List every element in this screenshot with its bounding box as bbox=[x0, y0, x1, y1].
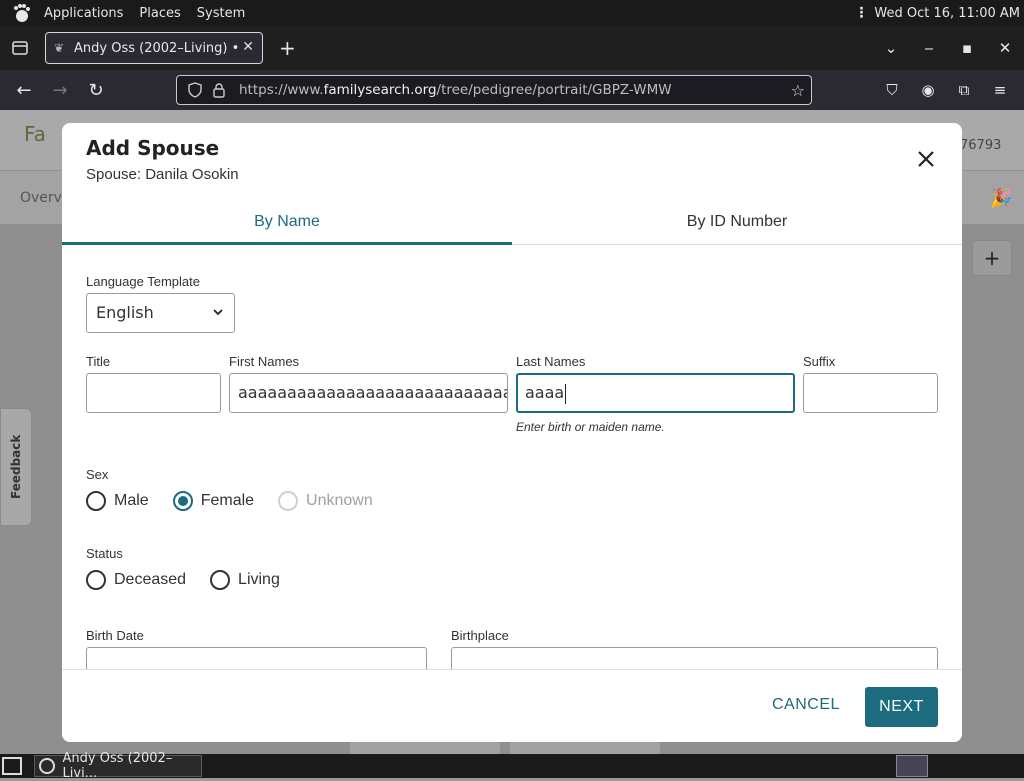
pocket-icon[interactable]: ⛉ bbox=[874, 81, 910, 99]
person-card bbox=[350, 740, 500, 754]
title-field[interactable] bbox=[86, 373, 221, 413]
workspace-switcher[interactable] bbox=[896, 755, 928, 777]
last-names-hint: Enter birth or maiden name. bbox=[516, 420, 665, 434]
account-icon[interactable]: ◉ bbox=[910, 81, 946, 99]
shield-icon[interactable] bbox=[187, 82, 203, 98]
new-tab-plus-icon[interactable]: + bbox=[279, 36, 296, 60]
chevron-down-icon[interactable]: ⌄ bbox=[872, 39, 910, 57]
status-label: Status bbox=[86, 546, 123, 561]
show-desktop-icon[interactable] bbox=[2, 757, 22, 775]
minimize-icon[interactable]: ‒ bbox=[910, 39, 948, 57]
tab-by-id-number[interactable]: By ID Number bbox=[512, 203, 962, 245]
dialog-footer: CANCEL NEXT bbox=[62, 669, 962, 742]
firefox-icon bbox=[39, 758, 55, 774]
browser-tab-active[interactable]: ❦ Andy Oss (2002–Living) • Sit ✕ bbox=[45, 32, 263, 64]
forward-arrow-icon[interactable]: → bbox=[42, 80, 78, 101]
tab-list-icon[interactable] bbox=[5, 33, 35, 63]
reload-icon[interactable]: ↻ bbox=[78, 80, 114, 101]
suffix-label: Suffix bbox=[803, 354, 836, 369]
person-card bbox=[510, 740, 660, 754]
dialog-subtitle: Spouse: Danila Osokin bbox=[86, 166, 239, 183]
last-names-field[interactable]: aaaa bbox=[516, 373, 795, 413]
maximize-icon[interactable]: ▪ bbox=[948, 39, 986, 57]
cancel-button[interactable]: CANCEL bbox=[772, 696, 840, 714]
tab-by-name[interactable]: By Name bbox=[62, 203, 512, 245]
system-top-panel: Applications Places System ⋮ Wed Oct 16,… bbox=[0, 0, 1024, 26]
birthplace-label: Birthplace bbox=[451, 628, 509, 643]
hamburger-menu-icon[interactable]: ≡ bbox=[982, 81, 1018, 99]
feedback-tab[interactable]: Feedback bbox=[0, 408, 32, 526]
bookmark-star-icon[interactable]: ☆ bbox=[791, 81, 805, 100]
familysearch-favicon-icon: ❦ bbox=[54, 41, 65, 55]
applications-menu[interactable]: Applications bbox=[36, 6, 131, 21]
url-text[interactable]: https://www.familysearch.org/tree/pedigr… bbox=[239, 82, 672, 98]
add-spouse-dialog: Add Spouse Spouse: Danila Osokin By Name… bbox=[62, 123, 962, 742]
person-id-fragment: 76793 bbox=[960, 138, 1002, 153]
status-radio-living[interactable]: Living bbox=[210, 570, 280, 590]
title-label: Title bbox=[86, 354, 111, 369]
places-menu[interactable]: Places bbox=[131, 6, 188, 21]
text-caret bbox=[565, 383, 567, 404]
sex-radio-male[interactable]: Male bbox=[86, 491, 149, 511]
lock-icon[interactable] bbox=[211, 82, 227, 98]
familysearch-logo: Fa bbox=[24, 122, 46, 146]
gnome-foot-icon[interactable] bbox=[10, 2, 32, 24]
extensions-icon[interactable]: ⧉ bbox=[946, 81, 982, 99]
sex-radio-female[interactable]: Female bbox=[172, 491, 254, 511]
clock[interactable]: Wed Oct 16, 11:00 AM bbox=[874, 6, 1020, 21]
bottom-taskbar: Andy Oss (2002–Livi... bbox=[0, 751, 1024, 781]
next-button[interactable]: NEXT bbox=[865, 687, 938, 727]
language-template-select[interactable]: English bbox=[86, 293, 235, 333]
vertical-dots-icon[interactable]: ⋮ bbox=[854, 6, 868, 20]
overview-tab-fragment: Overvi bbox=[20, 190, 66, 206]
taskbar-window-button[interactable]: Andy Oss (2002–Livi... bbox=[34, 751, 202, 781]
sex-radio-unknown[interactable]: Unknown bbox=[278, 491, 373, 511]
dialog-title: Add Spouse bbox=[86, 136, 220, 160]
party-popper-icon[interactable]: 🎉 bbox=[990, 188, 1012, 209]
status-radio-group: Deceased Living bbox=[86, 570, 304, 590]
zoom-plus-button[interactable]: + bbox=[972, 240, 1012, 276]
search-mode-tabs: By Name By ID Number bbox=[62, 203, 962, 245]
sex-label: Sex bbox=[86, 467, 109, 482]
first-names-label: First Names bbox=[229, 354, 300, 369]
suffix-field[interactable] bbox=[803, 373, 938, 413]
chevron-down-icon bbox=[212, 294, 224, 347]
sex-radio-group: Male Female Unknown bbox=[86, 491, 397, 511]
language-template-label: Language Template bbox=[86, 274, 200, 289]
tab-close-icon[interactable]: ✕ bbox=[242, 39, 254, 55]
window-close-icon[interactable]: ✕ bbox=[986, 39, 1024, 57]
last-names-label: Last Names bbox=[516, 354, 586, 369]
url-bar[interactable]: https://www.familysearch.org/tree/pedigr… bbox=[176, 75, 812, 105]
system-menu[interactable]: System bbox=[189, 6, 253, 21]
status-radio-deceased[interactable]: Deceased bbox=[86, 570, 186, 590]
browser-tab-bar: ❦ Andy Oss (2002–Living) • Sit ✕ + ⌄ ‒ ▪… bbox=[0, 26, 1024, 70]
close-icon[interactable] bbox=[914, 147, 938, 171]
tab-title: Andy Oss (2002–Living) • Sit bbox=[74, 40, 238, 56]
back-arrow-icon[interactable]: ← bbox=[6, 80, 42, 101]
first-names-field[interactable]: aaaaaaaaaaaaaaaaaaaaaaaaaaaaa bbox=[229, 373, 508, 413]
birth-date-label: Birth Date bbox=[86, 628, 144, 643]
browser-nav-bar: ← → ↻ https://www.familysearch.org/tree/… bbox=[0, 70, 1024, 110]
